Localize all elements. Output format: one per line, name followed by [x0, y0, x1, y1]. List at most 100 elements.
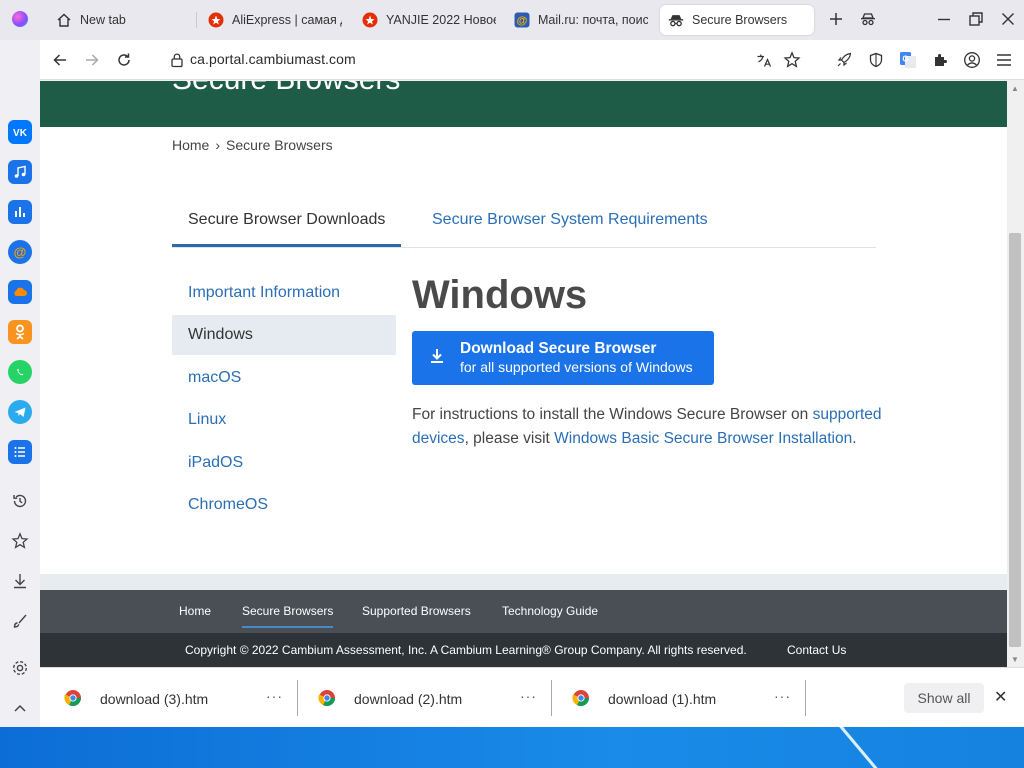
- tab-separator: [196, 12, 197, 28]
- rocket-icon[interactable]: [833, 49, 855, 71]
- chrome-file-icon: [318, 689, 336, 710]
- tab-mailru[interactable]: @ Mail.ru: почта, поиск: [506, 5, 656, 35]
- telegram-icon[interactable]: [8, 400, 32, 424]
- incognito-window-icon[interactable]: [857, 8, 879, 30]
- stats-icon[interactable]: [8, 200, 32, 224]
- download-item[interactable]: download (1).htm: [572, 681, 716, 717]
- tab-label: Secure Browsers: [692, 13, 788, 27]
- windows-installation-link[interactable]: Windows Basic Secure Browser Installatio…: [554, 430, 852, 447]
- download-secure-browser-button[interactable]: Download Secure Browser for all supporte…: [412, 331, 714, 385]
- tab-aliexpress[interactable]: AliExpress | самая дл: [200, 5, 350, 35]
- collapse-icon[interactable]: [8, 696, 32, 720]
- downloads-icon[interactable]: [8, 569, 32, 593]
- download-separator: [805, 680, 806, 716]
- download-item[interactable]: download (3).htm: [64, 681, 208, 717]
- footer-bottom: Copyright © 2022 Cambium Assessment, Inc…: [40, 633, 1007, 667]
- download-bar: download (3).htm ··· download (2).htm ··…: [40, 667, 1024, 727]
- chrome-file-icon: [572, 689, 590, 710]
- aliexpress-icon: [362, 12, 378, 28]
- scroll-up-arrow-icon[interactable]: ▲: [1011, 84, 1019, 93]
- footer-link-supported-browsers[interactable]: Supported Browsers: [362, 604, 471, 618]
- settings-icon[interactable]: [8, 656, 32, 680]
- download-button-subtitle: for all supported versions of Windows: [460, 359, 693, 375]
- favorites-icon[interactable]: [8, 529, 32, 553]
- close-download-bar-icon[interactable]: ✕: [994, 687, 1007, 707]
- os-nav-chromeos[interactable]: ChromeOS: [172, 485, 396, 525]
- minimize-icon[interactable]: [933, 8, 955, 30]
- footer-link-technology-guide[interactable]: Technology Guide: [502, 604, 598, 618]
- tab-label: YANJIE 2022 Новое т: [386, 13, 496, 27]
- download-button-title: Download Secure Browser: [460, 340, 657, 357]
- download-item[interactable]: download (2).htm: [318, 681, 462, 717]
- footer-link-home[interactable]: Home: [179, 604, 211, 618]
- tab-bar: New tab AliExpress | самая дл YANJIE 202…: [0, 0, 1024, 40]
- tab-yanjie[interactable]: YANJIE 2022 Новое т: [354, 5, 504, 35]
- cloud-icon[interactable]: [8, 280, 32, 304]
- scroll-down-arrow-icon[interactable]: ▼: [1011, 655, 1019, 664]
- incognito-icon: [668, 12, 684, 28]
- shield-icon[interactable]: [865, 49, 887, 71]
- os-nav-important-information[interactable]: Important Information: [172, 273, 396, 313]
- google-translate-icon[interactable]: G: [897, 49, 919, 71]
- os-nav-linux[interactable]: Linux: [172, 400, 396, 440]
- history-icon[interactable]: [8, 489, 32, 513]
- vk-icon[interactable]: VK: [8, 120, 32, 144]
- svg-text:G: G: [902, 55, 908, 64]
- hero-banner: Secure Browsers: [40, 81, 1007, 127]
- brush-icon[interactable]: [8, 609, 32, 633]
- menu-icon[interactable]: [993, 49, 1015, 71]
- instructions-text-2: , please visit: [464, 430, 555, 447]
- svg-text:@: @: [517, 15, 528, 27]
- instructions-text-3: .: [852, 430, 857, 447]
- tab-downloads[interactable]: Secure Browser Downloads: [172, 201, 402, 247]
- svg-text:@: @: [14, 245, 27, 260]
- download-more-icon[interactable]: ···: [774, 688, 791, 704]
- profile-icon[interactable]: [961, 49, 983, 71]
- whatsapp-icon[interactable]: [8, 360, 32, 384]
- translate-icon[interactable]: [753, 49, 775, 71]
- close-window-icon[interactable]: [997, 8, 1019, 30]
- browser-logo-icon[interactable]: [12, 11, 28, 27]
- contact-us-link[interactable]: Contact Us: [787, 643, 846, 657]
- bookmark-star-icon[interactable]: [781, 49, 803, 71]
- tab-new-tab[interactable]: New tab: [48, 5, 188, 35]
- music-icon[interactable]: [8, 160, 32, 184]
- extensions-icon[interactable]: [929, 49, 951, 71]
- forward-icon[interactable]: [81, 49, 103, 71]
- home-icon: [56, 12, 72, 28]
- chrome-file-icon: [64, 689, 82, 710]
- download-more-icon[interactable]: ···: [266, 688, 283, 704]
- scroll-thumb[interactable]: [1009, 233, 1021, 647]
- tab-label: Mail.ru: почта, поиск: [538, 13, 648, 27]
- download-more-icon[interactable]: ···: [520, 688, 537, 704]
- tab-secure-browsers[interactable]: Secure Browsers: [660, 5, 814, 35]
- address-bar: ca.portal.cambiumast.com G: [40, 40, 1024, 80]
- os-nav: Important Information Windows macOS Linu…: [172, 273, 396, 527]
- restore-icon[interactable]: [965, 8, 987, 30]
- desktop-taskbar: [0, 727, 1024, 768]
- list-icon[interactable]: [8, 440, 32, 464]
- ok-icon[interactable]: [8, 320, 32, 344]
- breadcrumb-home-link[interactable]: Home: [172, 137, 209, 153]
- page-scrollbar[interactable]: ▲ ▼: [1007, 81, 1024, 667]
- tab-system-requirements[interactable]: Secure Browser System Requirements: [416, 201, 724, 247]
- download-filename: download (2).htm: [354, 691, 463, 707]
- new-tab-icon[interactable]: [825, 8, 847, 30]
- footer-link-secure-browsers[interactable]: Secure Browsers: [242, 604, 334, 628]
- os-nav-macos[interactable]: macOS: [172, 358, 396, 398]
- back-icon[interactable]: [49, 49, 71, 71]
- footer-divider: [40, 574, 1007, 590]
- reload-icon[interactable]: [113, 49, 135, 71]
- mail-icon[interactable]: @: [8, 240, 32, 264]
- lock-icon[interactable]: [170, 52, 184, 73]
- show-all-button[interactable]: Show all: [904, 683, 984, 713]
- os-nav-ipados[interactable]: iPadOS: [172, 443, 396, 483]
- url-text[interactable]: ca.portal.cambiumast.com: [190, 51, 356, 67]
- breadcrumb-separator: ›: [215, 137, 221, 153]
- wallpaper-glow: [706, 727, 894, 768]
- os-nav-windows[interactable]: Windows: [172, 315, 396, 356]
- aliexpress-icon: [208, 12, 224, 28]
- download-filename: download (3).htm: [100, 691, 209, 707]
- breadcrumb: Home › Secure Browsers: [172, 137, 333, 153]
- download-separator: [297, 680, 298, 716]
